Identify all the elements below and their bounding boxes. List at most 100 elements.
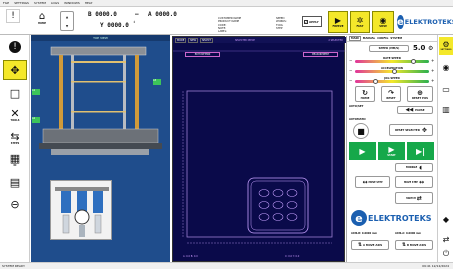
yellow-button-fast[interactable]: ✲ FAST [350, 11, 370, 33]
tab-config[interactable]: CONFIG [377, 37, 388, 40]
tab-manual[interactable]: MANUAL [363, 37, 375, 40]
tools-icon: ✕ [10, 107, 20, 120]
menu-file[interactable]: FILE [3, 1, 9, 5]
rewind-icon: ◀◀ [405, 107, 414, 113]
alert-icon[interactable]: ! [6, 9, 20, 23]
plus-icon[interactable]: + [431, 68, 434, 73]
sidebar-label: IO [13, 164, 17, 167]
home-button[interactable]: ⌂ HOME [33, 9, 51, 27]
paper-icon: ▭ [442, 85, 450, 94]
home-button[interactable]: ↻ HOME [355, 86, 375, 102]
tab-main[interactable]: MAIN [349, 36, 361, 41]
canvas-bottom-left: A: 0.0 B: 0.0 [183, 255, 198, 258]
green-start-button-2[interactable]: ▶ START [378, 142, 405, 160]
stop-button[interactable]: ■ [353, 123, 369, 139]
sidebar-item-chart[interactable]: ▥ [439, 101, 453, 119]
reset-selected-button[interactable]: RESET SELECTED ✥ [389, 124, 433, 136]
move-axis-a-button[interactable]: ⇅ B MOVE AXIS [395, 240, 433, 250]
middle-button[interactable]: MIDDLE ◖ [395, 163, 433, 172]
button-label: MOVE STEP [403, 180, 419, 184]
menu-bar: FILE SETTINGS SYSTEM LOGS WINDOWS HELP [0, 0, 453, 7]
sidebar-item-paper[interactable]: ▭ [439, 81, 453, 99]
menu-help[interactable]: HELP [85, 1, 93, 5]
arrows-icon: ⇆ [10, 130, 20, 143]
green-start-button-3[interactable]: ▶| [407, 142, 434, 160]
sidebar-item-io[interactable]: ▦ IO [3, 150, 27, 170]
sidebar-item-target[interactable]: ◉ [439, 59, 453, 77]
tab-mode[interactable]: MODE [175, 37, 187, 43]
button-label: PAUSE [415, 108, 425, 112]
menu-settings[interactable]: SETTINGS [14, 1, 29, 5]
tab-new[interactable]: NEW [188, 37, 198, 43]
brand-text: ELEKTROTEKS [368, 213, 432, 223]
button-label: MIDDLE [406, 166, 418, 169]
button-label: RESET POS [411, 96, 429, 100]
gear-icon: ⚙ [442, 40, 450, 49]
minus-icon[interactable]: − [349, 78, 352, 83]
reset-pos-button[interactable]: ⊕ RESET POS [407, 86, 433, 102]
status-right: 09:41 12/12/2024 [422, 264, 449, 268]
plus-icon[interactable]: + [431, 78, 434, 83]
chart-icon: ▥ [442, 105, 450, 114]
eye-icon: ◉ [379, 16, 387, 25]
minus-icon[interactable]: − [349, 58, 352, 63]
slider-knob[interactable] [411, 59, 416, 64]
left-sidebar: ! ✥ □ ✕ TOOLS ⇆ STEPS ▦ IO ▤ ⊖ [0, 35, 30, 262]
minus-icon[interactable]: − [349, 68, 352, 73]
sidebar-item-tools[interactable]: ✕ TOOLS [3, 105, 27, 125]
stat-line: STEP [276, 26, 283, 30]
section-label: AUTOMATIC [349, 118, 367, 121]
tab-select[interactable]: SELECT [199, 37, 213, 43]
sidebar-item-stop[interactable]: ! [3, 37, 27, 57]
job-stats: SPEED WORKS: TOOL STEP [276, 17, 301, 30]
button-label: RESET [386, 96, 396, 100]
sidebar-item-steps[interactable]: ⇆ STEPS [3, 128, 27, 148]
button-label: HOME [360, 96, 370, 100]
axis-left-button[interactable]: ↔ MOVE STEP [355, 176, 390, 188]
sidebar-item-power[interactable]: ⏻ [439, 245, 453, 263]
sidebar-item-link[interactable]: ⊖ [3, 194, 27, 214]
button-label: SWITCH [406, 196, 416, 200]
sidebar-item-move[interactable]: ✥ [3, 60, 27, 80]
sidebar-item-image[interactable]: ▤ [3, 172, 27, 192]
rate-slider[interactable] [355, 60, 429, 63]
sidebar-item-square[interactable]: □ [3, 83, 27, 103]
axis-right-button[interactable]: MOVE STEP ↔ [395, 176, 433, 188]
pneumatic-unit-drawing [55, 187, 109, 237]
slider-knob[interactable] [373, 79, 378, 84]
sidebar-item-settings[interactable]: ⚙ SETTINGS [439, 37, 453, 55]
plus-icon[interactable]: + [431, 58, 434, 63]
refresh-icon: ↻ [362, 88, 368, 97]
pattern-canvas[interactable]: MODE NEW SELECT SELECTED PIECE 2 SELECTE… [172, 36, 346, 262]
play-icon: ▶ [334, 16, 342, 25]
gear-icon[interactable]: ⚙ [428, 45, 433, 52]
sidebar-label: TOOLS [10, 119, 20, 122]
menu-logs[interactable]: LOGS [51, 1, 59, 5]
jog-slider[interactable] [355, 80, 429, 83]
mode-switch[interactable]: ▲ ▼ [60, 11, 74, 31]
speed-button[interactable]: SPEED (MM/S) [369, 45, 409, 52]
tab-system[interactable]: SYSTEM [390, 37, 402, 40]
pneumatic-unit-image [50, 180, 112, 240]
target-icon: ⊕ [417, 88, 423, 97]
canvas-bottom-right: X: 0.0 Y: 0.0 [285, 255, 300, 258]
menu-windows[interactable]: WINDOWS [64, 1, 80, 5]
yellow-button-view[interactable]: ◉ VIEW [372, 11, 394, 33]
apply-toggle[interactable]: ✓ APPLY [302, 16, 322, 27]
sidebar-item-tag[interactable]: ◆ [439, 211, 453, 229]
machine-frame [32, 46, 162, 155]
control-panel: MAIN MANUAL CONFIG SYSTEM SPEED (MM/S) 5… [346, 36, 437, 262]
green-start-button-1[interactable]: ▶ [349, 142, 376, 160]
menu-system[interactable]: SYSTEM [34, 1, 46, 5]
move-axis-b-button[interactable]: ⇅ A MOVE AXIS [351, 240, 389, 250]
switch-button[interactable]: SWITCH ⇄ [395, 192, 433, 204]
speed-value: 5.0 [413, 44, 426, 52]
yellow-button-freeze[interactable]: ▶ FREEZE [328, 11, 348, 33]
stop-icon: ■ [357, 126, 365, 136]
coord-a: A 0000.0 [148, 11, 177, 18]
square-icon: □ [9, 86, 21, 100]
pause-button[interactable]: ◀◀ PAUSE [397, 106, 433, 114]
left-right-icon: ↔ [362, 178, 368, 186]
slider-knob[interactable] [392, 69, 397, 74]
reset-button[interactable]: ↷ RESET [381, 86, 401, 102]
